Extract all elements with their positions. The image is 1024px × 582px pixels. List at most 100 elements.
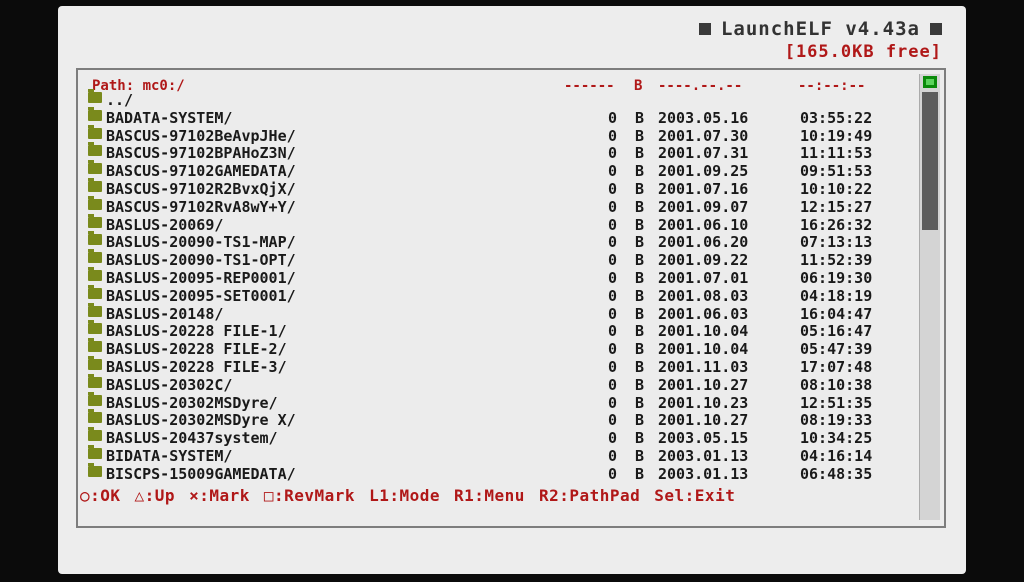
file-name: BASLUS-20069/ (106, 215, 224, 234)
scroll-thumb[interactable] (922, 92, 938, 230)
file-row[interactable]: BASLUS-20090-TS1-OPT/0 B 2001.09.22 11:52:3… (88, 249, 908, 270)
file-row[interactable]: BASLUS-20228 FILE-1/0 B 2001.10.04 05:16:47 (88, 320, 908, 341)
file-name: BASLUS-20228 FILE-3/ (106, 357, 287, 376)
file-size: 0 (608, 286, 618, 305)
file-row[interactable]: BASLUS-20302MSDyre X/0 B 2001.10.27 08:19:3… (88, 409, 908, 430)
legend-mark: ×:Mark (189, 486, 250, 505)
file-name: BISCPS-15009GAMEDATA/ (106, 464, 296, 483)
file-list: ../BADATA-SYSTEM/0 B 2003.05.16 03:55:22 BAS… (88, 89, 908, 484)
file-size-unit: B (635, 286, 645, 305)
file-size: 0 (608, 429, 618, 448)
scrollbar[interactable] (919, 74, 940, 520)
file-date: 2001.10.04 (658, 322, 749, 341)
folder-icon (88, 391, 102, 406)
file-row[interactable]: BASCUS-97102BeAvpJHe/0 B 2001.07.30 10:19:4… (88, 124, 908, 146)
file-time: 12:15:27 (800, 197, 873, 216)
folder-icon (88, 373, 102, 388)
file-size-unit: B (635, 340, 645, 359)
file-size: 0 (608, 375, 618, 394)
file-row[interactable]: BASCUS-97102BPAHoZ3N/0 B 2001.07.31 11:11:5… (88, 142, 908, 163)
file-size: 0 (608, 340, 618, 359)
header: LaunchELF v4.43a [165.0KB free] (698, 18, 942, 62)
file-size-unit: B (635, 375, 645, 394)
legend-exit: Sel:Exit (654, 486, 736, 505)
file-date: 2001.06.20 (658, 233, 749, 252)
file-name: BASLUS-20090-TS1-MAP/ (106, 233, 296, 252)
file-date: 2001.07.01 (658, 268, 749, 287)
file-row[interactable]: ../ (88, 89, 908, 110)
file-size-unit: B (635, 446, 645, 465)
file-row[interactable]: BASLUS-20069/0 B 2001.06.10 16:26:32 (88, 213, 908, 235)
file-name: BASLUS-20302MSDyre/ (106, 393, 278, 412)
file-size: 0 (608, 162, 618, 181)
file-row[interactable]: BADATA-SYSTEM/0 B 2003.05.16 03:55:22 (88, 106, 908, 128)
file-row[interactable]: BASCUS-97102R2BvxQjX/0 B 2001.07.16 10:10:2… (88, 177, 908, 199)
file-time: 17:07:48 (800, 357, 873, 376)
file-size-unit: B (635, 108, 645, 127)
file-size: 0 (608, 233, 618, 252)
file-row[interactable]: BISCPS-15009GAMEDATA/0 B 2003.01.13 06:48:3… (88, 462, 908, 484)
file-size-unit: B (635, 126, 645, 145)
file-size-unit: B (635, 411, 645, 430)
file-size: 0 (608, 108, 618, 127)
file-name: BASLUS-20437system/ (106, 429, 278, 448)
title-line: LaunchELF v4.43a (698, 18, 942, 40)
file-size: 0 (608, 251, 618, 270)
file-date: 2001.07.30 (658, 126, 749, 145)
file-time: 10:34:25 (800, 429, 873, 448)
file-name: BASLUS-20148/ (106, 304, 224, 323)
file-size-unit: B (635, 357, 645, 376)
file-row[interactable]: BASLUS-20095-REP0001/0 B 2001.07.01 06:19:3… (88, 266, 908, 288)
file-row[interactable]: BASLUS-20302C/0 B 2001.10.27 08:10:38 (88, 373, 908, 395)
folder-icon (88, 320, 102, 335)
file-date: 2003.01.13 (658, 464, 749, 483)
file-row[interactable]: BASLUS-20302MSDyre/0 B 2001.10.23 12:51:35 (88, 391, 908, 413)
file-row[interactable]: BASLUS-20228 FILE-3/0 B 2001.11.03 17:07:48 (88, 355, 908, 377)
file-name: BASLUS-20228 FILE-2/ (106, 340, 287, 359)
file-time: 11:52:39 (800, 251, 873, 270)
file-name: BASLUS-20302C/ (106, 375, 233, 394)
file-name: BASCUS-97102GAMEDATA/ (106, 162, 296, 181)
file-time: 07:13:13 (800, 233, 873, 252)
file-size: 0 (608, 304, 618, 323)
folder-icon (88, 338, 102, 353)
file-name: BASLUS-20228 FILE-1/ (106, 322, 287, 341)
file-size: 0 (608, 393, 618, 412)
file-date: 2001.06.03 (658, 304, 749, 323)
file-row[interactable]: BASLUS-20228 FILE-2/0 B 2001.10.04 05:47:39 (88, 338, 908, 359)
file-row[interactable]: BASCUS-97102GAMEDATA/0 B 2001.09.25 09:51:5… (88, 160, 908, 181)
file-size-unit: B (635, 251, 645, 270)
file-time: 06:48:35 (800, 464, 873, 483)
file-size-unit: B (635, 215, 645, 234)
file-row[interactable]: BIDATA-SYSTEM/0 B 2003.01.13 04:16:14 (88, 444, 908, 466)
scroll-indicator-icon (923, 76, 937, 88)
legend-mode: L1:Mode (369, 486, 440, 505)
file-date: 2001.08.03 (658, 286, 749, 305)
file-size: 0 (608, 144, 618, 163)
folder-icon (88, 284, 102, 299)
folder-icon (88, 231, 102, 246)
file-name: BASLUS-20095-SET0001/ (106, 286, 296, 305)
app-title: LaunchELF v4.43a (720, 18, 920, 40)
file-size: 0 (608, 215, 618, 234)
file-size: 0 (608, 464, 618, 483)
file-time: 10:10:22 (800, 179, 873, 198)
file-date: 2001.06.10 (658, 215, 749, 234)
file-row[interactable]: BASLUS-20095-SET0001/0 B 2001.08.03 04:18:1… (88, 284, 908, 306)
launchelf-screen: LaunchELF v4.43a [165.0KB free] Path: mc… (58, 6, 966, 574)
file-name: BIDATA-SYSTEM/ (106, 446, 233, 465)
file-name: BASCUS-97102RvA8wY+Y/ (106, 197, 296, 216)
file-date: 2001.11.03 (658, 357, 749, 376)
file-time: 05:47:39 (800, 340, 873, 359)
file-time: 03:55:22 (800, 108, 873, 127)
square-icon (698, 23, 711, 35)
file-row[interactable]: BASCUS-97102RvA8wY+Y/0 B 2001.09.07 12:15:2… (88, 195, 908, 217)
file-row[interactable]: BASLUS-20148/0 B 2001.06.03 16:04:47 (88, 302, 908, 324)
file-browser: Path: mc0:/ ------ B ----.--.-- --:--:--… (76, 68, 946, 528)
file-row[interactable]: BASLUS-20090-TS1-MAP/0 B 2001.06.20 07:13:1… (88, 231, 908, 252)
file-date: 2001.10.27 (658, 411, 749, 430)
file-row[interactable]: BASLUS-20437system/0 B 2003.05.15 10:34:25 (88, 427, 908, 448)
file-name: BASCUS-97102BPAHoZ3N/ (106, 144, 296, 163)
file-size-unit: B (635, 233, 645, 252)
folder-icon (88, 462, 102, 477)
